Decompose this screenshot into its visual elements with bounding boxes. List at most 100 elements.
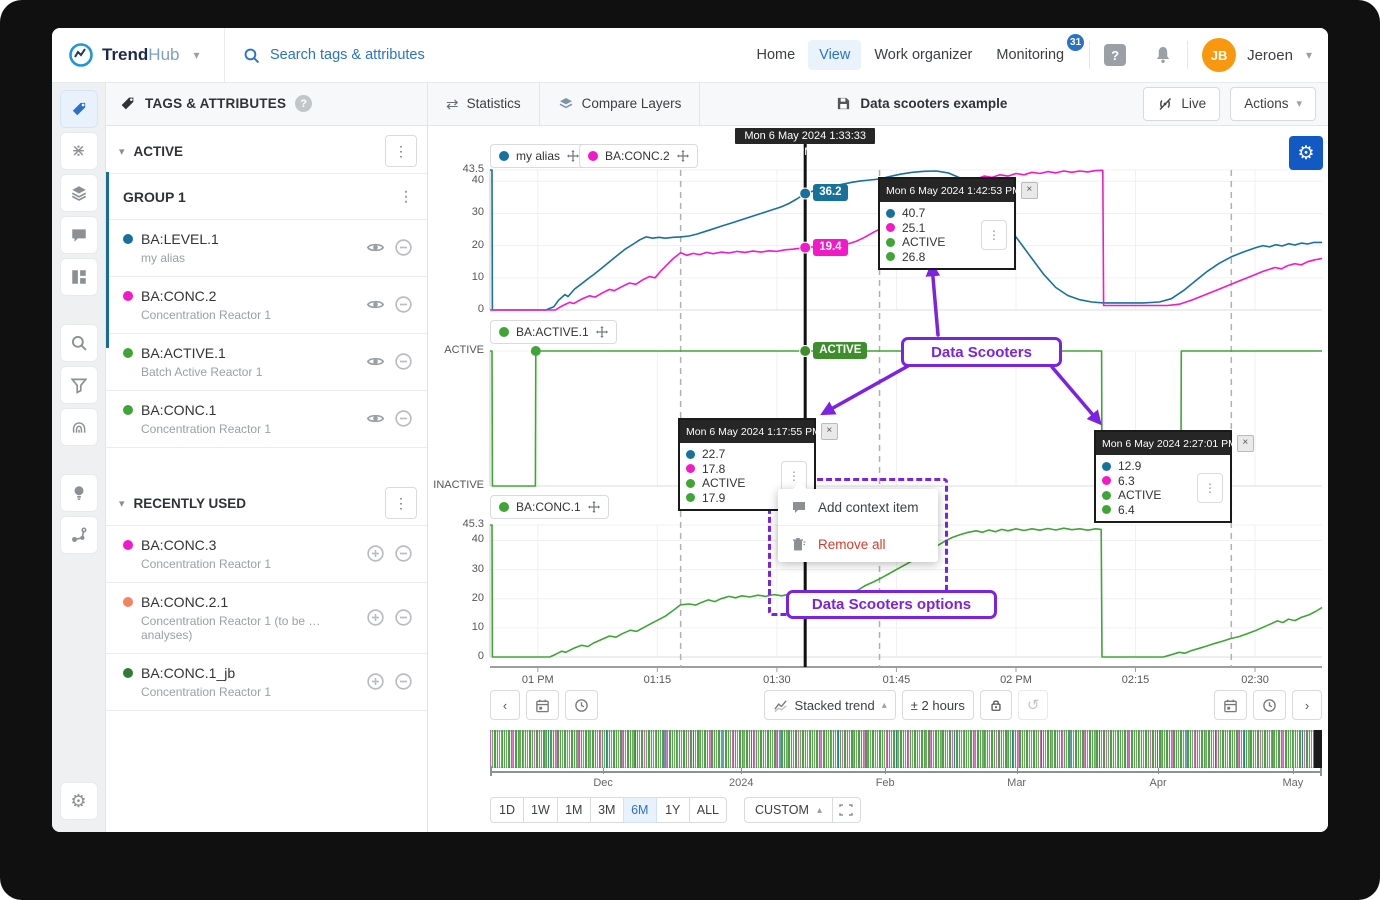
panel-help-icon[interactable]: ? xyxy=(295,95,312,112)
nav-work-organizer[interactable]: Work organizer xyxy=(863,40,983,70)
close-icon[interactable]: × xyxy=(1237,435,1254,452)
move-icon[interactable] xyxy=(596,326,608,338)
zoom-option-1d[interactable]: 1D xyxy=(490,797,524,823)
history-button[interactable]: ↺ xyxy=(1018,690,1049,720)
tag-row-ba-conc-1-jb[interactable]: BA:CONC.1_jb Concentration Reactor 1 xyxy=(105,654,427,711)
rail-fingerprint-icon[interactable] xyxy=(60,408,98,446)
scooter-menu-button[interactable]: ⋮ xyxy=(981,220,1007,250)
scooter-header: Mon 6 May 2024 1:17:55 PM × xyxy=(680,420,814,443)
chart-settings-gear-button[interactable]: ⚙ xyxy=(1289,136,1323,170)
remove-all-menuitem[interactable]: Remove all xyxy=(778,525,938,562)
start-time-button[interactable] xyxy=(565,690,598,720)
visibility-eye-icon[interactable] xyxy=(366,409,385,428)
rail-ideas-icon[interactable] xyxy=(60,474,98,512)
zoom-option-1m[interactable]: 1M xyxy=(557,797,591,823)
rail-formulas-icon[interactable]: ⋇ xyxy=(60,132,98,170)
add-circle-icon[interactable] xyxy=(366,608,385,627)
snapshot-icon[interactable] xyxy=(833,797,861,823)
caret-up-icon: ▴ xyxy=(882,700,887,711)
chevron-down-icon[interactable]: ▾ xyxy=(119,497,125,510)
search-bar[interactable]: Search tags & attributes xyxy=(225,47,745,64)
remove-circle-icon[interactable] xyxy=(394,672,413,691)
tag-row-ba-conc-2[interactable]: BA:CONC.2 Concentration Reactor 1 xyxy=(105,277,427,334)
data-scooter-tooltip-1[interactable]: Mon 6 May 2024 1:42:53 PM × 40.7 25.1 AC… xyxy=(878,177,1016,270)
rail-search-icon[interactable] xyxy=(60,324,98,362)
nav-home[interactable]: Home xyxy=(745,40,806,70)
rail-filter-icon[interactable] xyxy=(60,366,98,404)
zoom-option-1w[interactable]: 1W xyxy=(523,797,558,823)
tag-row-ba-conc-3[interactable]: BA:CONC.3 Concentration Reactor 1 xyxy=(105,525,427,583)
series-color-dot xyxy=(123,234,133,244)
series-color-dot xyxy=(123,597,133,607)
legend-chip-my-alias[interactable]: my alias xyxy=(490,144,588,168)
visibility-eye-icon[interactable] xyxy=(366,352,385,371)
actions-dropdown-button[interactable]: Actions ▾ xyxy=(1230,87,1316,121)
brand-menu[interactable]: TrendHub ▾ xyxy=(52,28,225,82)
move-icon[interactable] xyxy=(567,150,579,162)
tag-row-ba-active-1[interactable]: BA:ACTIVE.1 Batch Active Reactor 1 xyxy=(105,334,427,391)
range-slider-handle[interactable] xyxy=(1314,730,1322,768)
nav-view[interactable]: View xyxy=(808,40,861,70)
chevron-down-icon[interactable]: ▾ xyxy=(119,145,125,158)
rail-connections-icon[interactable] xyxy=(60,516,98,554)
rail-dashboard-icon[interactable] xyxy=(60,258,98,296)
statistics-tab[interactable]: ⇄ Statistics xyxy=(427,82,540,125)
move-icon[interactable] xyxy=(677,150,689,162)
add-circle-icon[interactable] xyxy=(366,672,385,691)
visibility-eye-icon[interactable] xyxy=(366,238,385,257)
remove-circle-icon[interactable] xyxy=(394,352,413,371)
pan-left-button[interactable]: ‹ xyxy=(490,690,520,720)
zoom-option-all[interactable]: ALL xyxy=(689,797,727,823)
time-range-button[interactable]: ± 2 hours xyxy=(902,690,974,720)
close-icon[interactable]: × xyxy=(1021,182,1038,199)
rail-settings-gear-icon[interactable]: ⚙ xyxy=(60,782,98,820)
remove-circle-icon[interactable] xyxy=(394,409,413,428)
data-scooter-tooltip-3[interactable]: Mon 6 May 2024 2:27:01 PM × 12.9 6.3 ACT… xyxy=(1094,430,1232,523)
zoom-option-6m[interactable]: 6M xyxy=(623,797,657,823)
lock-range-button[interactable] xyxy=(980,690,1012,720)
help-icon[interactable]: ? xyxy=(1104,44,1126,66)
scooter-menu-button[interactable]: ⋮ xyxy=(1197,473,1223,503)
compare-layers-tab[interactable]: Compare Layers xyxy=(540,82,701,125)
remove-circle-icon[interactable] xyxy=(394,238,413,257)
start-date-button[interactable] xyxy=(526,690,559,720)
remove-circle-icon[interactable] xyxy=(394,295,413,314)
add-circle-icon[interactable] xyxy=(366,544,385,563)
visibility-eye-icon[interactable] xyxy=(366,295,385,314)
zoom-option-1y[interactable]: 1Y xyxy=(656,797,690,823)
user-avatar[interactable]: JB xyxy=(1202,38,1236,72)
pan-right-button[interactable]: › xyxy=(1292,690,1322,720)
legend-chip-ba-active-1[interactable]: BA:ACTIVE.1 xyxy=(490,320,617,344)
legend-chip-ba-conc-2[interactable]: BA:CONC.2 xyxy=(579,144,698,168)
remove-circle-icon[interactable] xyxy=(394,608,413,627)
cursor-value-badge: 36.2 xyxy=(813,184,847,201)
tag-row-ba-level-1[interactable]: BA:LEVEL.1 my alias xyxy=(105,220,427,277)
section-menu-button[interactable]: ⋮ xyxy=(385,135,417,167)
add-context-item-menuitem[interactable]: Add context item xyxy=(778,489,938,525)
remove-circle-icon[interactable] xyxy=(394,544,413,563)
user-menu-caret-icon[interactable]: ▾ xyxy=(1306,48,1312,62)
close-icon[interactable]: × xyxy=(821,423,838,440)
rail-layers-icon[interactable] xyxy=(60,174,98,212)
group-menu-icon[interactable]: ⋮ xyxy=(399,188,413,205)
end-time-button[interactable] xyxy=(1253,690,1286,720)
move-icon[interactable] xyxy=(588,501,600,513)
end-date-button[interactable] xyxy=(1214,690,1247,720)
save-icon[interactable] xyxy=(836,96,851,111)
series-color-dot xyxy=(686,493,695,502)
section-menu-button[interactable]: ⋮ xyxy=(385,487,417,519)
rail-tags-icon[interactable] xyxy=(60,90,98,128)
overview-strip[interactable] xyxy=(490,730,1322,768)
zoom-option-3m[interactable]: 3M xyxy=(590,797,624,823)
group-1-row[interactable]: GROUP 1 ⋮ xyxy=(105,173,427,220)
live-toggle-button[interactable]: Live xyxy=(1143,87,1220,121)
nav-monitoring[interactable]: Monitoring 31 xyxy=(985,40,1075,70)
x-tick-label: 02 PM xyxy=(986,674,1046,686)
legend-chip-ba-conc-1[interactable]: BA:CONC.1 xyxy=(490,495,609,519)
tag-row-ba-conc-2-1[interactable]: BA:CONC.2.1 Concentration Reactor 1 (to … xyxy=(105,583,427,654)
custom-range-dropdown[interactable]: CUSTOM ▴ xyxy=(744,797,833,823)
notifications-bell-icon[interactable] xyxy=(1153,45,1173,65)
rail-context-icon[interactable] xyxy=(60,216,98,254)
tag-row-ba-conc-1[interactable]: BA:CONC.1 Concentration Reactor 1 xyxy=(105,391,427,448)
chart-type-dropdown[interactable]: Stacked trend ▴ xyxy=(764,690,896,720)
